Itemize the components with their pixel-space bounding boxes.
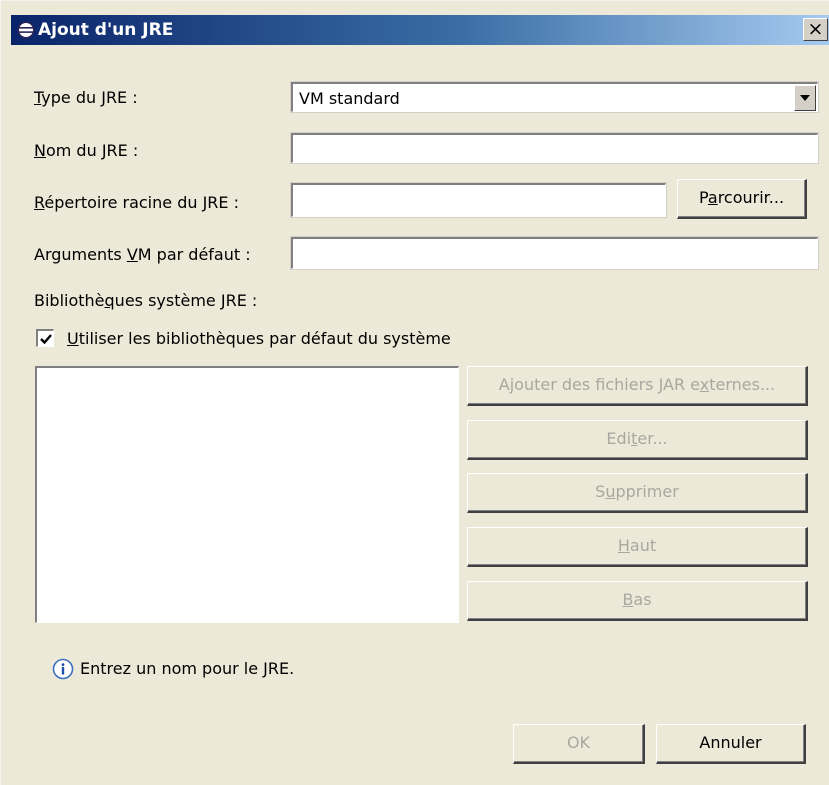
dialog-title: Ajout d'un JRE (38, 20, 174, 40)
use-default-libraries-checkbox[interactable] (36, 329, 54, 347)
jre-name-input[interactable] (290, 132, 819, 164)
dropdown-button[interactable] (794, 85, 816, 111)
libraries-list[interactable] (35, 366, 459, 623)
add-external-jars-button[interactable]: Ajouter des fichiers JAR externes... (467, 366, 808, 406)
status-message: Entrez un nom pour le JRE. (80, 659, 295, 678)
eclipse-icon (17, 21, 35, 39)
remove-button[interactable]: Supprimer (467, 473, 808, 513)
info-icon (52, 658, 74, 680)
close-button[interactable]: × (803, 18, 828, 41)
title-bar[interactable]: Ajout d'un JRE × (11, 15, 829, 45)
checkmark-icon (40, 334, 52, 345)
edit-button[interactable]: Editer... (467, 420, 808, 460)
cancel-button[interactable]: Annuler (656, 724, 806, 764)
chevron-down-icon (800, 95, 810, 101)
jre-type-value: VM standard (299, 89, 400, 108)
jre-home-input[interactable] (290, 182, 667, 218)
browse-button[interactable]: Parcourir... (677, 179, 807, 219)
ok-button[interactable]: OK (513, 724, 645, 764)
move-down-button[interactable]: Bas (467, 581, 808, 621)
move-up-button[interactable]: Haut (467, 527, 808, 567)
jre-type-combo[interactable]: VM standard (290, 81, 819, 113)
jre-name-label: Nom du JRE : (34, 141, 139, 160)
jre-type-label: Type du JRE : (34, 88, 138, 107)
libraries-heading: Bibliothèques système JRE : (34, 291, 258, 310)
use-default-libraries-label[interactable]: Utiliser les bibliothèques par défaut du… (67, 329, 451, 349)
jre-home-label: Répertoire racine du JRE : (34, 193, 239, 212)
vm-args-input[interactable] (290, 236, 819, 270)
add-jre-dialog: Ajout d'un JRE × Type du JRE : VM standa… (0, 0, 829, 785)
close-icon: × (807, 18, 824, 40)
vm-args-label: Arguments VM par défaut : (34, 245, 251, 264)
